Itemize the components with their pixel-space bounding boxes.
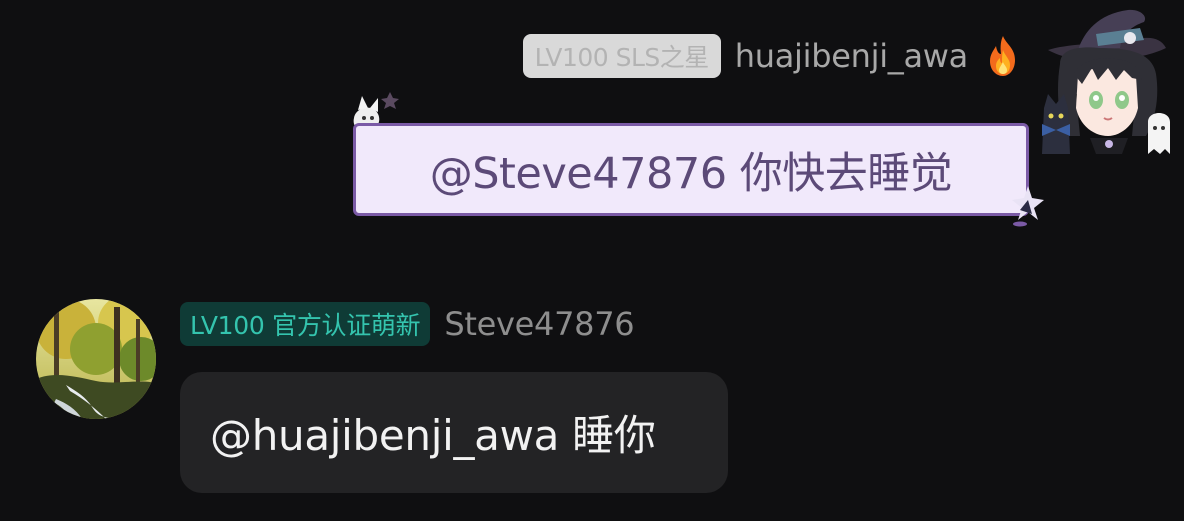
- sender-username[interactable]: Steve47876: [444, 305, 634, 343]
- outgoing-message-bubble[interactable]: @Steve47876 你快去睡觉: [353, 123, 1029, 216]
- outgoing-message-header: LV100 SLS之星 huajibenji_awa: [522, 34, 1024, 78]
- level-badge: LV100 SLS之星: [522, 34, 721, 78]
- witch-girl-avatar[interactable]: [1036, 4, 1184, 160]
- incoming-message-header: LV100 官方认证萌新 Steve47876: [180, 302, 635, 346]
- message-text: @Steve47876 你快去睡觉: [429, 148, 953, 199]
- fire-icon: [982, 34, 1024, 78]
- star-decoration: [1004, 180, 1052, 228]
- level-badge: LV100 官方认证萌新: [180, 302, 431, 346]
- incoming-message-bubble[interactable]: @huajibenji_awa 睡你: [180, 372, 728, 493]
- message-text: @huajibenji_awa 睡你: [210, 411, 656, 460]
- forest-waterfall-avatar[interactable]: [36, 299, 156, 419]
- sender-username[interactable]: huajibenji_awa: [735, 37, 969, 75]
